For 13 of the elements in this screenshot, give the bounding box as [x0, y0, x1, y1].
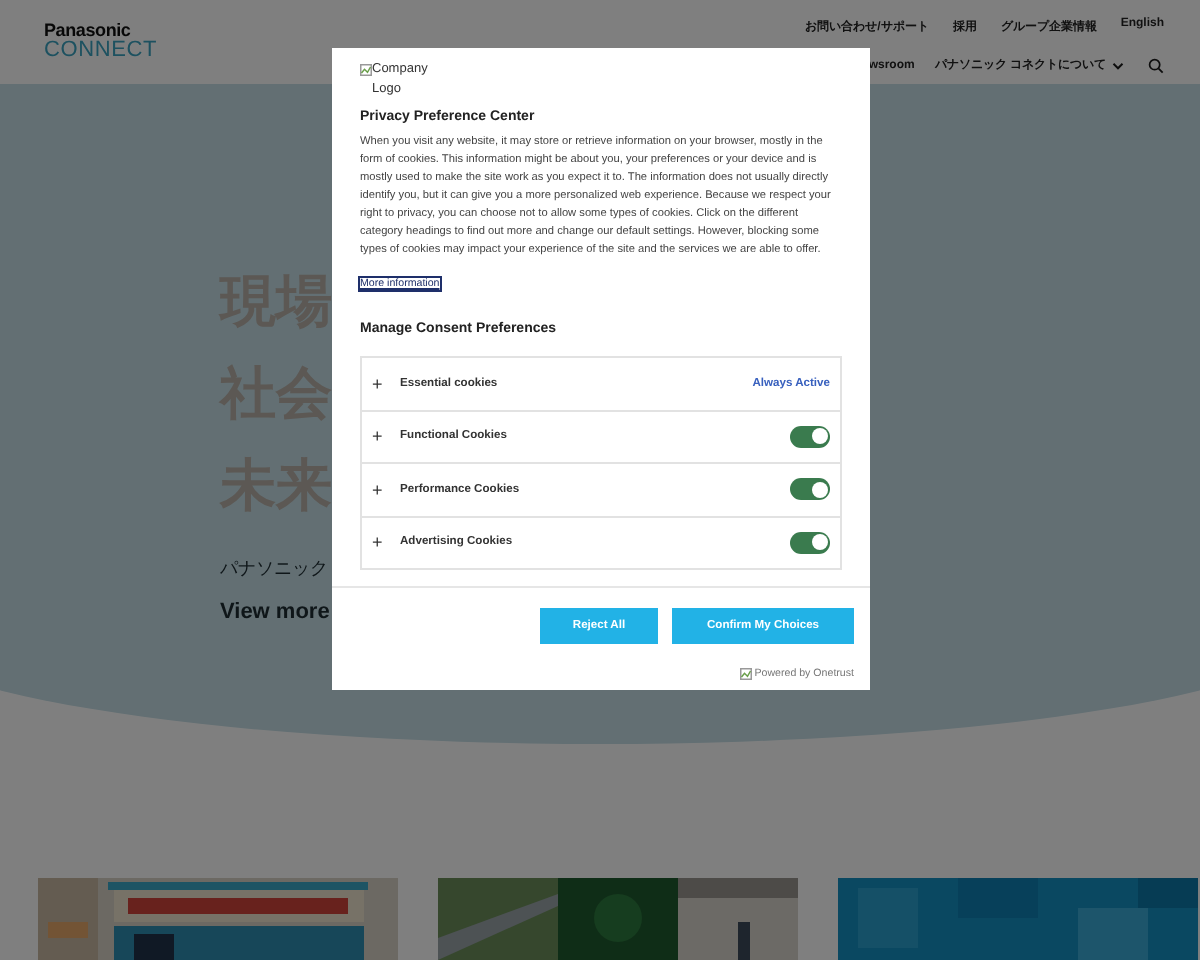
- broken-image-icon: [360, 64, 372, 76]
- expand-icon[interactable]: +: [372, 532, 400, 553]
- expand-icon[interactable]: +: [372, 479, 400, 500]
- search-icon[interactable]: [1148, 57, 1164, 73]
- toggle-switch[interactable]: [790, 478, 830, 501]
- brand-logo-text[interactable]: Panasonic: [44, 22, 157, 40]
- broken-image-icon: [740, 668, 753, 680]
- toggle-switch[interactable]: [790, 425, 830, 448]
- expand-icon[interactable]: +: [372, 426, 400, 447]
- hero-subtitle: パナソニック: [220, 556, 328, 582]
- expand-icon[interactable]: +: [372, 373, 400, 394]
- toggle-switch[interactable]: [790, 531, 830, 554]
- view-more-link[interactable]: View more: [220, 600, 330, 624]
